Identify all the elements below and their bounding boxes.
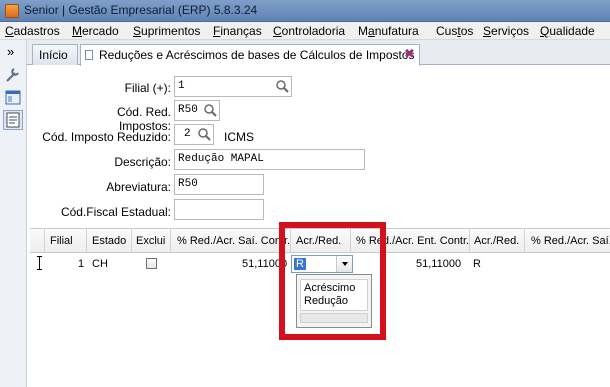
filial-field[interactable]: 1 bbox=[174, 76, 292, 97]
app-icon bbox=[5, 4, 19, 18]
exclui-checkbox[interactable] bbox=[146, 258, 157, 269]
cod-fiscal-field[interactable] bbox=[174, 199, 264, 220]
tab-inicio-label: Início bbox=[39, 48, 68, 62]
cod-red-field[interactable]: R50 bbox=[174, 100, 220, 121]
menu-manufatura[interactable]: Manufatura bbox=[358, 24, 419, 38]
close-icon[interactable]: ✖ bbox=[404, 46, 415, 62]
cod-imp-field[interactable]: 2 bbox=[174, 124, 214, 145]
col-acr-red-ent[interactable]: Acr./Red. bbox=[474, 235, 519, 247]
wrench-icon[interactable] bbox=[3, 65, 23, 85]
cod-red-label: Cód. Red. Impostos: bbox=[116, 105, 171, 133]
text-cursor-icon bbox=[37, 256, 42, 270]
search-icon[interactable] bbox=[202, 102, 218, 119]
notes-icon[interactable] bbox=[3, 110, 23, 130]
col-filial[interactable]: Filial bbox=[50, 235, 73, 247]
descricao-value: Redução MAPAL bbox=[178, 153, 264, 165]
menu-bar: Cadastros Mercado Suprimentos Finanças C… bbox=[0, 22, 610, 40]
cod-imp-value: 2 bbox=[184, 128, 191, 140]
cell-estado[interactable]: CH bbox=[92, 258, 108, 270]
cell-acr-red-ent[interactable]: R bbox=[473, 258, 481, 270]
expand-icon[interactable]: » bbox=[7, 44, 14, 59]
descricao-label: Descrição: bbox=[114, 155, 171, 169]
tab-reducoes-label: Reduções e Acréscimos de bases de Cálcul… bbox=[99, 48, 415, 62]
descricao-field[interactable]: Redução MAPAL bbox=[174, 149, 365, 170]
cod-fiscal-label: Cód.Fiscal Estadual: bbox=[60, 205, 171, 219]
tab-reducoes[interactable]: Reduções e Acréscimos de bases de Cálcul… bbox=[80, 44, 420, 66]
tab-bar: Início Reduções e Acréscimos de bases de… bbox=[27, 40, 610, 66]
tab-inicio[interactable]: Início bbox=[32, 44, 78, 65]
abrev-label: Abreviatura: bbox=[106, 180, 171, 194]
abrev-field[interactable]: R50 bbox=[174, 174, 264, 195]
col-red-sai-2[interactable]: % Red./Acr. Saí. bbox=[531, 235, 610, 247]
menu-controladoria[interactable]: Controladoria bbox=[273, 24, 345, 38]
cell-red-ent[interactable]: 51,11000 bbox=[416, 258, 461, 270]
cell-filial[interactable]: 1 bbox=[78, 258, 84, 270]
col-estado[interactable]: Estado bbox=[92, 235, 126, 247]
cod-imp-desc: ICMS bbox=[224, 130, 254, 144]
highlight-box bbox=[279, 222, 386, 340]
filial-value: 1 bbox=[178, 80, 185, 92]
menu-cadastros[interactable]: Cadastros bbox=[5, 24, 60, 38]
abrev-value: R50 bbox=[178, 178, 198, 190]
menu-financas[interactable]: Finanças bbox=[213, 24, 262, 38]
filial-label: Filial (+): bbox=[124, 81, 171, 95]
left-toolbar: » bbox=[0, 40, 27, 387]
cod-red-value: R50 bbox=[178, 104, 198, 116]
menu-mercado[interactable]: Mercado bbox=[72, 24, 119, 38]
search-icon[interactable] bbox=[274, 78, 290, 95]
doc-icon bbox=[85, 50, 93, 60]
col-exclui[interactable]: Exclui bbox=[136, 235, 165, 247]
cod-imp-label: Cód. Imposto Reduzido: bbox=[42, 130, 171, 144]
menu-servicos[interactable]: Serviços bbox=[483, 24, 529, 38]
window-title: Senior | Gestão Empresarial (ERP) 5.8.3.… bbox=[24, 3, 258, 17]
search-icon[interactable] bbox=[196, 126, 212, 143]
col-red-sai[interactable]: % Red./Acr. Saí. Contr. bbox=[177, 235, 289, 247]
menu-suprimentos[interactable]: Suprimentos bbox=[133, 24, 200, 38]
window-icon[interactable] bbox=[3, 88, 23, 108]
menu-custos[interactable]: Custos bbox=[436, 24, 473, 38]
title-bar: Senior | Gestão Empresarial (ERP) 5.8.3.… bbox=[0, 0, 610, 22]
menu-qualidade[interactable]: Qualidade bbox=[540, 24, 595, 38]
